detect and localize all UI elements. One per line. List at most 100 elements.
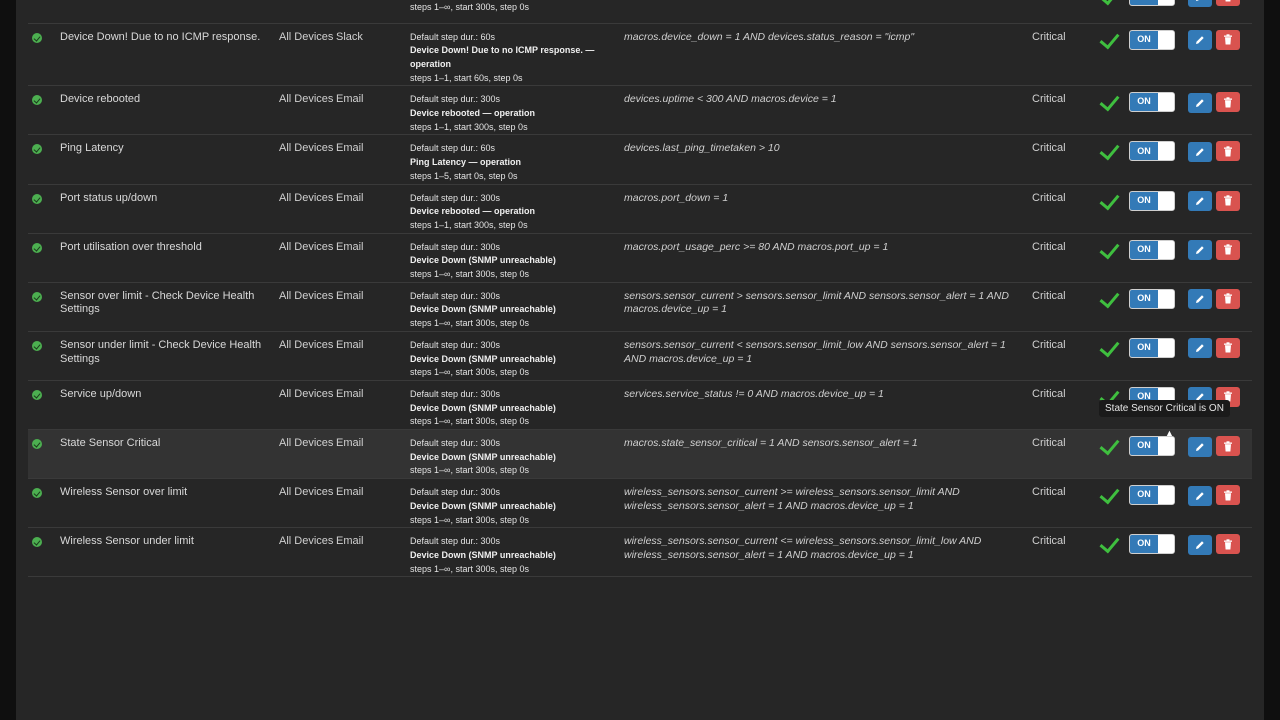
toggle-on-label: ON xyxy=(1130,30,1158,49)
rule-transport: Email xyxy=(336,240,364,253)
rule-steps: Default step dur.: 300s Device Down (SNM… xyxy=(410,381,624,429)
rule-name[interactable]: Sensor under limit - Check Device Health… xyxy=(60,332,279,366)
trash-icon xyxy=(1225,0,1231,1)
rule-enable-toggle[interactable]: ON xyxy=(1129,485,1175,506)
rule-transport: Email xyxy=(336,486,364,499)
rule-name[interactable]: Sensor over limit - Check Device Health … xyxy=(60,283,279,317)
alert-rule-row: Service up/down All Devices Email Defaul… xyxy=(28,380,1252,431)
rule-status-ok-icon xyxy=(32,340,42,351)
rule-transport: Email xyxy=(336,289,364,302)
edit-rule-button[interactable] xyxy=(1188,0,1212,7)
edit-rule-button[interactable] xyxy=(1188,30,1212,50)
rule-name[interactable]: Ping Latency xyxy=(60,135,279,156)
enabled-check-icon xyxy=(1099,90,1120,112)
rule-step-operation: Device Down (SNMP unreachable) xyxy=(410,451,556,462)
alert-rules-body: All Devices Device Down (SNMP unreachabl… xyxy=(28,0,1252,578)
delete-rule-button[interactable] xyxy=(1216,288,1241,309)
rule-enable-toggle[interactable]: ON xyxy=(1129,190,1175,211)
rule-enable-toggle[interactable]: ON xyxy=(1129,92,1175,113)
rule-step-operation: Device rebooted — operation xyxy=(410,108,536,119)
rule-severity: Critical xyxy=(1032,289,1066,302)
rule-severity: Critical xyxy=(1032,191,1066,204)
rule-steps: Device Down (SNMP unreachable) steps 1–∞… xyxy=(410,0,624,14)
edit-rule-button[interactable] xyxy=(1188,92,1212,113)
rule-enable-toggle[interactable]: ON xyxy=(1129,29,1175,50)
pencil-icon xyxy=(1196,295,1204,304)
rule-name[interactable]: Port status up/down xyxy=(60,185,279,206)
toggle-tooltip: State Sensor Critical is ON xyxy=(1099,400,1230,417)
rule-enable-toggle[interactable]: ON xyxy=(1129,436,1175,457)
rule-name[interactable]: Wireless Sensor over limit xyxy=(60,479,279,500)
rule-query: wireless_sensors.sensor_current <= wirel… xyxy=(624,535,982,561)
rule-enable-toggle[interactable]: ON xyxy=(1129,0,1175,6)
rule-query: devices.last_ping_timetaken > 10 xyxy=(624,142,780,155)
rule-name[interactable]: State Sensor Critical xyxy=(60,430,279,451)
rule-transport: Email xyxy=(336,338,364,351)
edit-rule-button[interactable] xyxy=(1188,191,1212,212)
pencil-icon xyxy=(1196,36,1204,44)
edit-rule-button[interactable] xyxy=(1188,485,1212,506)
rule-step-range: steps 1–1, start 300s, step 0s xyxy=(410,219,528,230)
rule-enable-toggle[interactable]: ON xyxy=(1129,288,1175,309)
mouse-cursor-icon: ▲ xyxy=(1165,428,1174,438)
rule-name[interactable]: Service up/down xyxy=(60,381,279,402)
toggle-on-label: ON xyxy=(1130,289,1158,308)
pencil-icon xyxy=(1196,197,1204,206)
alert-rule-row: Wireless Sensor under limit All Devices … xyxy=(28,527,1252,578)
delete-rule-button[interactable] xyxy=(1216,534,1241,555)
rule-step-range: steps 1–∞, start 300s, step 0s xyxy=(410,465,529,476)
delete-rule-button[interactable] xyxy=(1216,239,1241,260)
alert-rule-row: Wireless Sensor over limit All Devices E… xyxy=(28,478,1252,529)
edit-rule-button[interactable] xyxy=(1188,240,1212,261)
edit-rule-button[interactable] xyxy=(1188,534,1212,555)
rule-severity: Critical xyxy=(1032,240,1066,253)
edit-rule-button[interactable] xyxy=(1188,436,1212,457)
delete-rule-button[interactable] xyxy=(1216,436,1241,457)
rule-steps: Default step dur.: 60s Device Down! Due … xyxy=(410,24,624,86)
trash-icon xyxy=(1224,146,1233,157)
rule-devices: All Devices xyxy=(279,437,334,450)
alert-rule-row: Device Down! Due to no ICMP response. Al… xyxy=(28,23,1252,87)
delete-rule-button[interactable] xyxy=(1216,0,1241,6)
rule-step-default: Default step dur.: 60s xyxy=(410,31,496,42)
rule-severity: Critical xyxy=(1032,142,1066,155)
rule-step-default: Default step dur.: 300s xyxy=(410,438,501,449)
rule-enable-toggle[interactable]: ON xyxy=(1129,141,1175,162)
delete-rule-button[interactable] xyxy=(1216,29,1241,50)
edit-rule-button[interactable] xyxy=(1188,141,1212,162)
rule-step-default: Default step dur.: 300s xyxy=(410,487,501,498)
rule-steps: Default step dur.: 300s Device Down (SNM… xyxy=(410,332,624,380)
edit-rule-button[interactable] xyxy=(1188,338,1212,359)
rule-step-range: steps 1–5, start 0s, step 0s xyxy=(410,170,518,181)
pencil-icon xyxy=(1196,344,1204,353)
rule-enable-toggle[interactable]: ON xyxy=(1129,337,1175,358)
rule-name[interactable]: Port utilisation over threshold xyxy=(60,234,279,255)
alert-rule-row: Port status up/down All Devices Email De… xyxy=(28,184,1252,234)
rule-devices: All Devices xyxy=(279,289,334,302)
delete-rule-button[interactable] xyxy=(1216,92,1241,113)
pencil-icon xyxy=(1196,541,1204,549)
enabled-check-icon xyxy=(1099,434,1120,456)
rule-name[interactable]: Device rebooted xyxy=(60,86,279,107)
rule-status-ok-icon xyxy=(32,193,42,204)
rule-devices: All Devices xyxy=(279,387,334,400)
rule-name[interactable]: Device Down! Due to no ICMP response. xyxy=(60,24,279,45)
rule-severity: Critical xyxy=(1032,535,1066,548)
rule-steps: Default step dur.: 300s Device Down (SNM… xyxy=(410,234,624,282)
edit-rule-button[interactable] xyxy=(1188,289,1212,310)
trash-icon xyxy=(1224,34,1233,45)
delete-rule-button[interactable] xyxy=(1216,337,1241,358)
toggle-on-label: ON xyxy=(1130,535,1158,554)
enabled-check-icon xyxy=(1099,483,1120,505)
delete-rule-button[interactable] xyxy=(1216,190,1241,211)
rule-transport: Email xyxy=(336,387,364,400)
rule-enable-toggle[interactable]: ON xyxy=(1129,534,1175,555)
delete-rule-button[interactable] xyxy=(1216,141,1241,162)
rule-severity: Critical xyxy=(1032,437,1066,450)
rule-steps: Default step dur.: 300s Device Down (SNM… xyxy=(410,479,624,527)
rule-query: macros.port_usage_perc >= 80 AND macros.… xyxy=(624,240,889,253)
delete-rule-button[interactable] xyxy=(1216,485,1241,506)
rule-enable-toggle[interactable]: ON xyxy=(1129,239,1175,260)
toggle-on-label: ON xyxy=(1130,142,1158,161)
rule-name[interactable]: Wireless Sensor under limit xyxy=(60,528,279,549)
